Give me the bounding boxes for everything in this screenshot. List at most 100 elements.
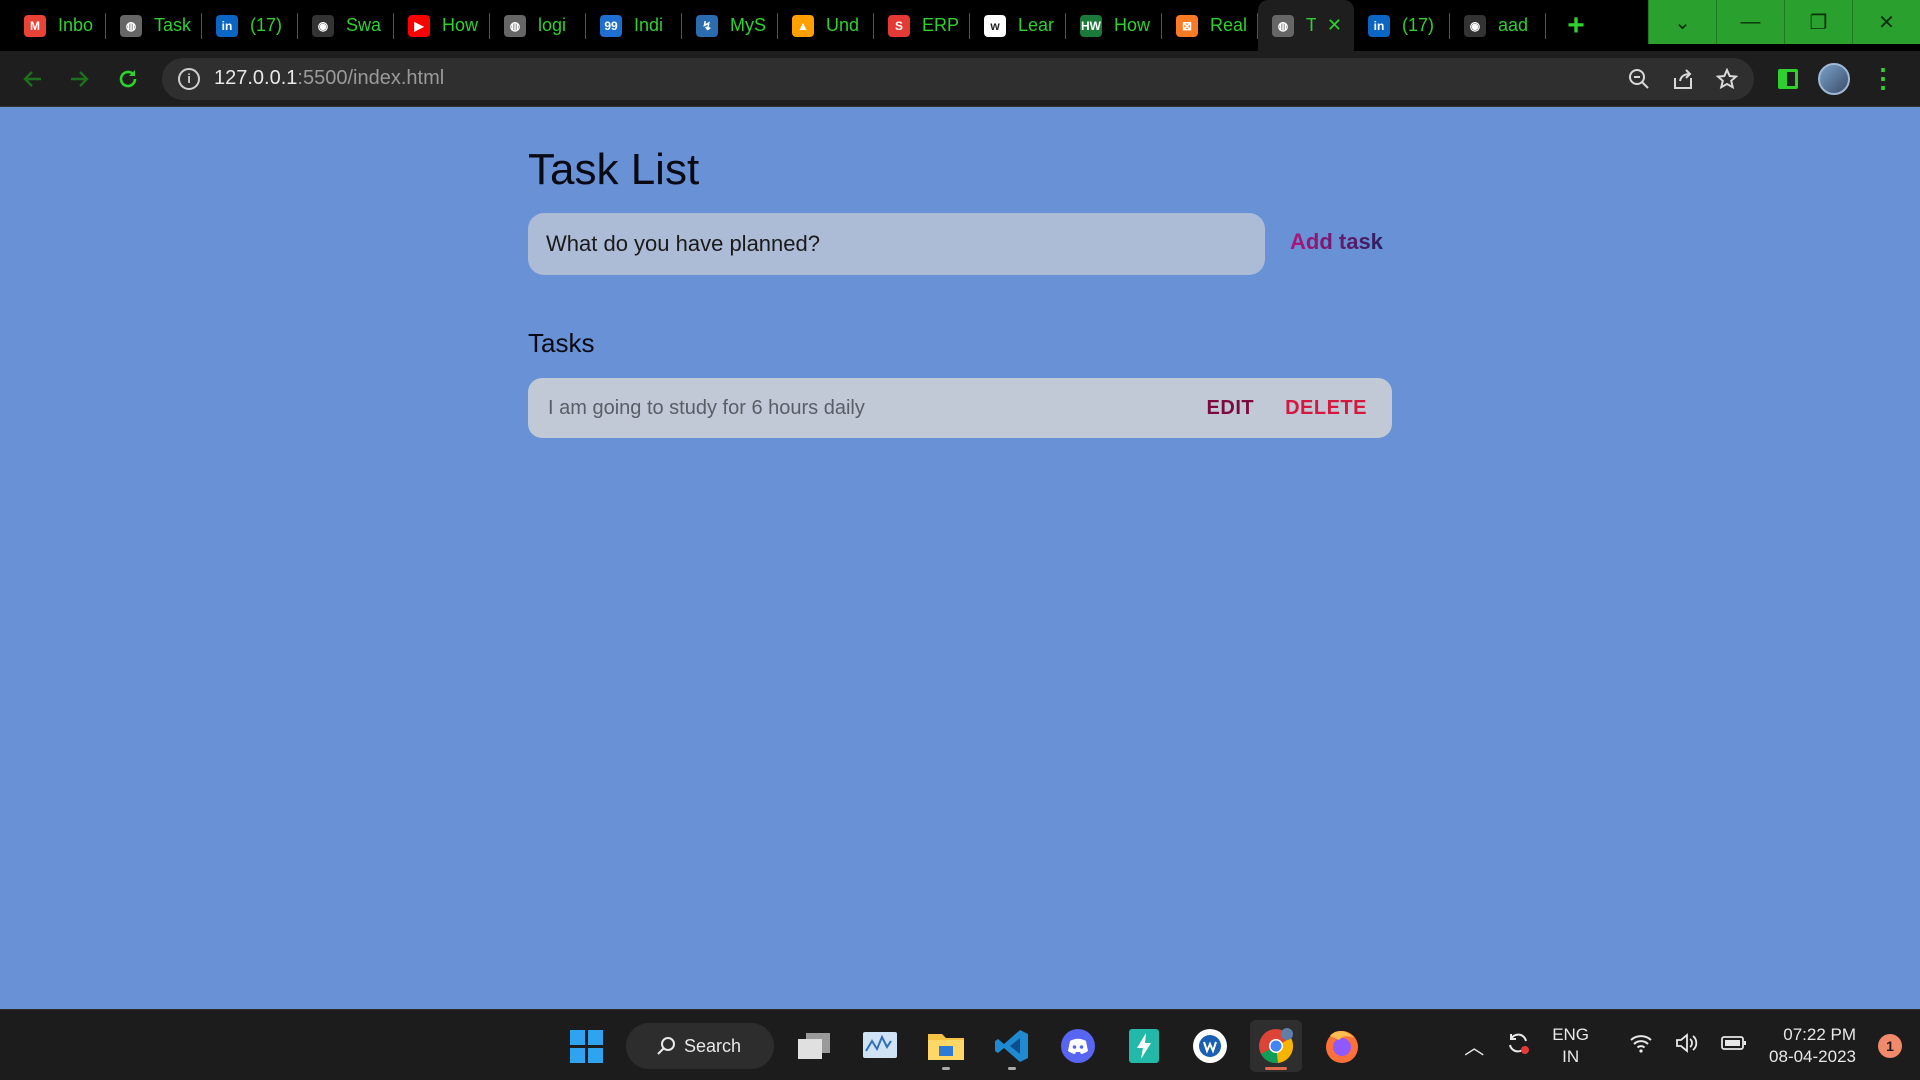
browser-tab[interactable]: ◍ logi xyxy=(490,0,586,51)
browser-tab[interactable]: ▶ How xyxy=(394,0,490,51)
bookmark-star-icon[interactable] xyxy=(1716,67,1738,90)
forward-button[interactable] xyxy=(56,55,104,103)
region-code: IN xyxy=(1562,1046,1580,1066)
share-icon[interactable] xyxy=(1672,68,1694,90)
arrow-left-icon xyxy=(23,70,41,87)
url-text[interactable]: 127.0.0.1:5500/index.html xyxy=(214,67,444,90)
page-title: Task List xyxy=(528,145,700,194)
tab-search-dropdown-button[interactable]: ⌄ xyxy=(1648,0,1716,44)
browser-tab[interactable]: in (17) xyxy=(1354,0,1450,51)
delete-task-button[interactable]: DELETE xyxy=(1285,397,1367,420)
zoom-icon[interactable] xyxy=(1628,68,1650,90)
browser-tab[interactable]: M Inbo xyxy=(10,0,106,51)
page-content: Task List Add task Tasks I am going to s… xyxy=(0,107,1920,1009)
new-tab-button[interactable]: + xyxy=(1556,6,1596,46)
lightning-app-icon xyxy=(1129,1029,1159,1063)
taskbar-apps: Search xyxy=(560,1018,1368,1074)
tab-title: logi xyxy=(538,15,567,35)
side-panel-icon[interactable] xyxy=(1778,68,1798,89)
tab-title: (17) xyxy=(1402,15,1435,35)
taskbar-search[interactable]: Search xyxy=(626,1023,774,1069)
wipro-icon: w xyxy=(984,14,1006,37)
restore-button[interactable]: ❐ xyxy=(1784,0,1852,44)
tab-title: Indi xyxy=(634,15,664,35)
browser-tab[interactable]: ◉ aad xyxy=(1450,0,1546,51)
browser-tab[interactable]: HW How xyxy=(1066,0,1162,51)
volume-icon[interactable] xyxy=(1675,1032,1699,1060)
menu-kebab-icon[interactable]: ⋮ xyxy=(1870,63,1896,94)
edit-task-button[interactable]: EDIT xyxy=(1207,397,1255,420)
globe-icon: ◍ xyxy=(120,14,142,37)
sync-alert-icon[interactable] xyxy=(1506,1031,1530,1061)
search-label: Search xyxy=(684,1035,742,1056)
site-info-icon[interactable]: i xyxy=(178,67,200,90)
tab-title: T xyxy=(1306,15,1316,35)
new-task-input[interactable] xyxy=(528,213,1265,275)
browser-toolbar: i 127.0.0.1:5500/index.html ⋮ xyxy=(0,51,1920,107)
clock-date: 08-04-2023 xyxy=(1769,1046,1856,1066)
taskbar-app-writer[interactable] xyxy=(1184,1020,1236,1072)
browser-tab[interactable]: 99 Indi xyxy=(586,0,682,51)
tab-title: How xyxy=(1114,15,1151,35)
tab-title: (17) xyxy=(250,15,283,35)
show-hidden-icons-chevron-icon[interactable]: ︿ xyxy=(1464,1031,1484,1060)
windows-taskbar: Search ︿ ENG IN 07:22 PM 08-04-2023 1 xyxy=(0,1009,1920,1080)
search-icon xyxy=(657,1037,675,1055)
browser-tab[interactable]: ◍ Task xyxy=(106,0,202,51)
wifi-icon[interactable] xyxy=(1629,1033,1653,1059)
vscode-icon xyxy=(995,1030,1028,1062)
tab-title: Task xyxy=(154,15,192,35)
arrow-right-icon xyxy=(71,70,89,87)
github-icon: ◉ xyxy=(312,14,334,37)
firebase-icon: ▲ xyxy=(792,14,814,37)
folder-icon xyxy=(928,1034,964,1060)
reload-button[interactable] xyxy=(104,55,152,103)
omnibox-actions xyxy=(1628,67,1754,90)
battery-icon[interactable] xyxy=(1721,1034,1747,1057)
taskbar-app-file-explorer[interactable] xyxy=(920,1020,972,1072)
tasks-heading: Tasks xyxy=(528,328,595,358)
clock[interactable]: 07:22 PM 08-04-2023 xyxy=(1769,1024,1856,1068)
taskbar-app-bolt[interactable] xyxy=(1118,1020,1170,1072)
browser-tab[interactable]: ▲ Und xyxy=(778,0,874,51)
clock-time: 07:22 PM xyxy=(1783,1024,1856,1044)
tab-title: Real xyxy=(1210,15,1248,35)
notification-badge[interactable]: 1 xyxy=(1878,1033,1902,1058)
language-indicator[interactable]: ENG IN xyxy=(1552,1024,1589,1068)
browser-tab[interactable]: S ERP xyxy=(874,0,970,51)
start-button[interactable] xyxy=(560,1020,612,1072)
close-window-button[interactable]: ✕ xyxy=(1852,0,1920,44)
running-indicator xyxy=(1008,1067,1016,1070)
browser-tab[interactable]: ◍ T ✕ xyxy=(1258,0,1354,51)
browser-tab[interactable]: ↯ MyS xyxy=(682,0,778,51)
youtube-icon: ▶ xyxy=(408,14,430,37)
discord-icon xyxy=(1061,1029,1095,1063)
back-button[interactable] xyxy=(8,55,56,103)
language-code: ENG xyxy=(1552,1024,1590,1044)
browser-tab[interactable]: w Lear xyxy=(970,0,1066,51)
taskbar-app-monitor[interactable] xyxy=(854,1020,906,1072)
browser-tab[interactable]: ⊠ Real xyxy=(1162,0,1258,51)
browser-tab[interactable]: in (17) xyxy=(202,0,298,51)
browser-tab[interactable]: ◉ Swa xyxy=(298,0,394,51)
taskbar-app-vscode[interactable] xyxy=(986,1020,1038,1072)
taskbar-app-chrome[interactable] xyxy=(1250,1020,1302,1072)
task-view-button[interactable] xyxy=(788,1020,840,1072)
minimize-button[interactable]: — xyxy=(1716,0,1784,44)
close-tab-icon[interactable]: ✕ xyxy=(1327,15,1342,36)
window-controls: ⌄ — ❐ ✕ xyxy=(1648,0,1920,44)
address-bar[interactable]: i 127.0.0.1:5500/index.html xyxy=(162,57,1754,100)
windows-logo-icon xyxy=(569,1029,603,1063)
99acres-icon: 99 xyxy=(600,14,622,37)
tab-title: Lear xyxy=(1018,15,1055,35)
chrome-icon xyxy=(1259,1028,1294,1064)
hwa-icon: HW xyxy=(1080,14,1102,37)
add-task-button[interactable]: Add task xyxy=(1290,229,1383,255)
taskbar-app-firefox[interactable] xyxy=(1316,1020,1368,1072)
erp-icon: S xyxy=(888,14,910,37)
browser-tab-strip: M Inbo ◍ Task in (17) ◉ Swa ▶ How ◍ logi 99 Indi ↯ MyS ▲… xyxy=(0,0,1920,51)
gmail-icon: M xyxy=(24,14,46,37)
reload-icon xyxy=(119,69,137,87)
profile-avatar[interactable] xyxy=(1818,62,1850,95)
taskbar-app-discord[interactable] xyxy=(1052,1020,1104,1072)
